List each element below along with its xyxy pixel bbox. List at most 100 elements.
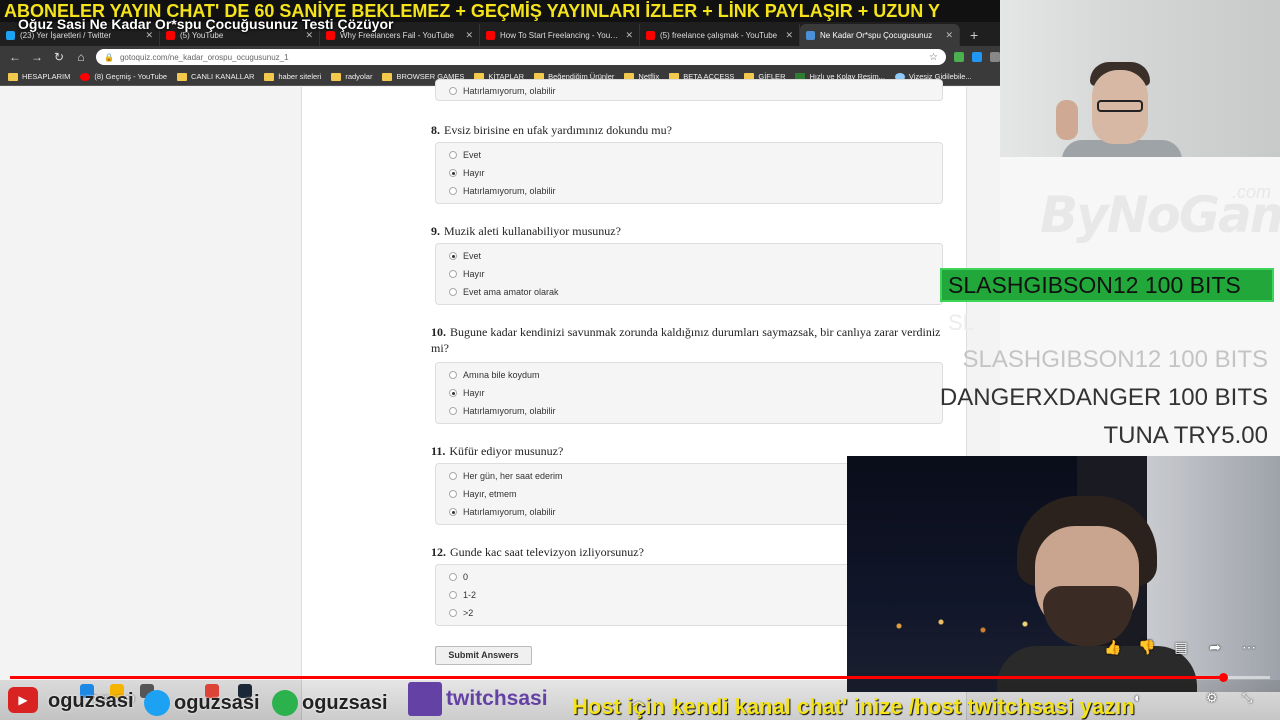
reload-icon[interactable]: ↻ [52,50,66,64]
radio-button[interactable] [449,187,457,195]
twitter-icon [144,690,170,716]
bookmark-label: CANLI KANALLAR [191,72,255,81]
radio-button[interactable] [449,371,457,379]
question-label: Bugune kadar kendinizi savunmak zorunda … [431,325,941,355]
radio-button[interactable] [449,407,457,415]
youtube-icon [80,72,91,81]
answer-option[interactable]: Evet [436,146,942,164]
answer-label: Hatırlamıyorum, olabilir [463,406,556,416]
radio-button[interactable] [449,252,457,260]
fullscreen-icon[interactable]: ⤡ [1242,690,1252,706]
radio-button[interactable] [449,591,457,599]
nowtv-handle: oguzsasi [272,690,388,716]
radio-button[interactable] [449,490,457,498]
bookmark-label: haber siteleri [278,72,322,81]
browser-tab[interactable]: How To Start Freelancing - YouTube ✕ [480,24,640,46]
radio-button[interactable] [449,87,457,95]
folder-icon [331,72,342,81]
question-number: 8. [431,123,440,137]
tab-label: How To Start Freelancing - YouTube [500,30,621,40]
browser-tab[interactable]: Ne Kadar Or*spu Çocugusunuz ✕ [800,24,960,46]
answer-label: Amına bile koydum [463,370,540,380]
extension-icon[interactable] [990,52,1000,62]
question-number: 10. [431,325,446,339]
bookmark-label: radyolar [345,72,373,81]
address-bar[interactable]: 🔒 gotoquiz.com/ne_kadar_orospu_ocugusunu… [96,49,946,65]
home-icon[interactable]: ⌂ [74,50,88,64]
bookmark-item[interactable]: haber siteleri [264,72,321,81]
question-number: 11. [431,444,446,458]
share-icon[interactable]: ➦ [1206,638,1224,656]
progress-scrubber[interactable] [1219,673,1228,682]
bookmark-label: HESAPLARIM [22,72,71,81]
play-button[interactable]: ▶ [8,687,38,713]
answer-label: >2 [463,608,474,618]
answer-option[interactable]: Hatırlamıyorum, olabilir [436,82,942,100]
question-label: Evsiz birisine en ufak yardımınız dokund… [444,123,672,137]
close-icon[interactable]: ✕ [945,30,953,41]
close-icon[interactable]: ✕ [785,30,793,41]
dislike-icon[interactable]: 👎 [1138,638,1156,656]
radio-button[interactable] [449,472,457,480]
answer-option[interactable]: Hatırlamıyorum, olabilir [436,402,942,420]
extension-icon[interactable] [954,52,964,62]
answer-label: Hayır [463,388,485,398]
forward-icon[interactable]: → [30,50,44,64]
answer-label: Evet ama amator olarak [463,287,559,297]
answer-label: Her gün, her saat ederim [463,471,563,481]
folder-icon [382,72,393,81]
back-icon[interactable]: ← [8,50,22,64]
social-handle: oguzsasi [48,690,134,713]
video-title: Oğuz Sasi Ne Kadar Or*spu Çocuğusunuz Te… [18,16,394,32]
bookmark-item[interactable]: CANLI KANALLAR [177,72,254,81]
comment-icon[interactable]: ▤ [1172,638,1190,656]
close-icon[interactable]: ✕ [465,30,473,41]
radio-button[interactable] [449,389,457,397]
more-icon[interactable]: ⋯ [1240,638,1258,656]
bits-fade-text: SL [948,310,975,335]
radio-button[interactable] [449,151,457,159]
answer-option[interactable]: Hayır [436,164,942,182]
radio-button[interactable] [449,270,457,278]
bookmark-item[interactable]: radyolar [331,72,372,81]
radio-button[interactable] [449,573,457,581]
answer-option[interactable]: Hayır [436,265,942,283]
answer-option[interactable]: Hatırlamıyorum, olabilir [436,182,942,200]
twitter-handle: oguzsasi [144,690,260,716]
tab-favicon-icon [6,30,15,40]
autoplay-toggle-icon[interactable]: ◐ [1134,690,1142,705]
chevron-up-icon[interactable]: ︿ [632,690,645,709]
answer-label: Hayır [463,269,485,279]
settings-icon[interactable]: ⚙ [1206,690,1218,706]
radio-button[interactable] [449,609,457,617]
sponsor-logo-suffix: .com [1232,182,1272,202]
close-icon[interactable]: ✕ [625,30,633,41]
bookmark-item[interactable]: (8) Geçmiş - YouTube [80,72,167,81]
webcam-top [1000,0,1280,157]
tab-favicon-icon [486,30,495,40]
new-tab-button[interactable]: + [960,24,988,46]
answer-option[interactable]: Evet [436,247,942,265]
bookmark-item[interactable]: HESAPLARIM [8,72,70,81]
nowtv-handle-text: oguzsasi [302,691,388,714]
radio-button[interactable] [449,288,457,296]
answer-option[interactable]: Hayır [436,384,942,402]
radio-button[interactable] [449,169,457,177]
tab-label: Ne Kadar Or*spu Çocugusunuz [820,30,933,40]
answer-group: Amına bile koydum Hayır Hatırlamıyorum, ol… [435,362,943,424]
radio-button[interactable] [449,508,457,516]
extension-icon[interactable] [972,52,982,62]
host-instructions: Host için kendi kanal chat' inize /host … [572,694,1135,719]
tab-label: (5) freelance çalışmak - YouTube [660,30,778,40]
social-handle-text: oguzsasi [48,690,134,712]
browser-tab[interactable]: (5) freelance çalışmak - YouTube ✕ [640,24,800,46]
star-icon[interactable]: ☆ [929,52,938,63]
webcam-main [847,456,1280,692]
answer-option[interactable]: Amına bile koydum [436,366,942,384]
submit-answers-button[interactable]: Submit Answers [435,646,532,665]
like-icon[interactable]: 👍 [1104,638,1122,656]
question-number: 9. [431,224,440,238]
tab-favicon-icon [806,30,815,40]
bookmark-label: (8) Geçmiş - YouTube [94,72,168,81]
answer-option[interactable]: Evet ama amator olarak [436,283,942,301]
